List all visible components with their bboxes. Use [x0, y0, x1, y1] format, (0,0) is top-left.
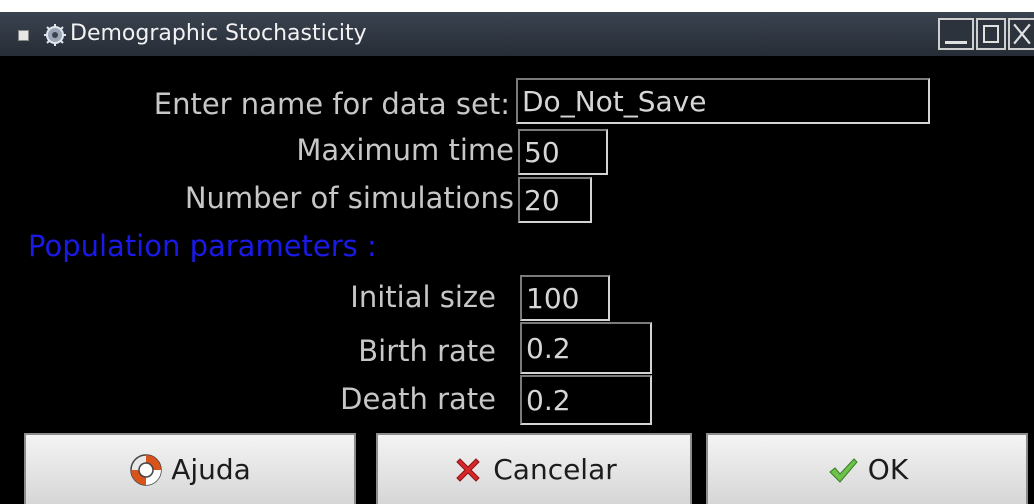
initial-size-label: Initial size — [350, 280, 496, 314]
initial-size-input[interactable] — [520, 275, 610, 321]
window-title: Demographic Stochasticity — [70, 21, 367, 46]
birth-rate-label: Birth rate — [358, 334, 496, 368]
ok-button[interactable]: OK — [706, 433, 1028, 504]
lifebuoy-icon — [130, 453, 162, 486]
ok-button-label: OK — [867, 453, 909, 486]
maximize-icon — [983, 25, 999, 43]
help-button-label: Ajuda — [171, 453, 251, 486]
death-rate-input[interactable] — [520, 375, 652, 425]
max-time-input[interactable] — [518, 129, 608, 175]
max-time-label: Maximum time — [296, 133, 514, 167]
population-parameters-heading: Population parameters : — [28, 229, 377, 263]
cancel-button-label: Cancelar — [493, 453, 617, 486]
close-icon — [1013, 23, 1031, 45]
num-simulations-input[interactable] — [518, 177, 592, 223]
window-menu-button[interactable] — [18, 30, 29, 41]
minimize-icon — [945, 41, 967, 44]
help-button[interactable]: Ajuda — [24, 433, 356, 504]
dataset-name-input[interactable] — [516, 78, 930, 124]
red-x-icon — [456, 457, 480, 482]
cancel-button[interactable]: Cancelar — [376, 433, 692, 504]
num-simulations-label: Number of simulations — [184, 181, 514, 215]
death-rate-label: Death rate — [340, 382, 496, 416]
dialog-window: Demographic Stochasticity Enter name for… — [0, 12, 1034, 504]
dataset-name-label: Enter name for data set: — [153, 87, 510, 121]
maximize-button[interactable] — [976, 18, 1006, 50]
app-icon — [42, 23, 68, 47]
minimize-button[interactable] — [938, 18, 974, 50]
close-button[interactable] — [1008, 18, 1034, 50]
green-check-icon — [829, 457, 858, 483]
birth-rate-input[interactable] — [520, 322, 652, 374]
title-bar[interactable]: Demographic Stochasticity — [0, 12, 1034, 56]
